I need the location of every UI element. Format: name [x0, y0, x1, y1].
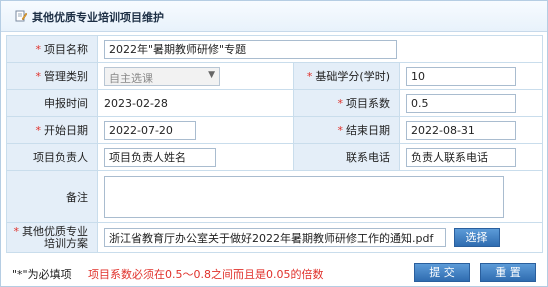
remarks-label: 备注 [6, 170, 98, 223]
required-marker: * [337, 97, 344, 110]
coefficient-rule-note: 项目系数必须在0.5～0.8之间而且是0.05的倍数 [88, 268, 324, 281]
panel-titlebar: 其他优质专业培训项目维护 [1, 1, 547, 32]
maintenance-panel: 其他优质专业培训项目维护 *项目名称 *管理类别 自主选课▼ *基础学分(学时)… [0, 0, 548, 287]
required-marker: * [13, 224, 20, 238]
end-date-label: * 结束日期 [293, 116, 400, 144]
project-name-label: * 项目名称 [6, 35, 98, 63]
required-marker: * [337, 124, 344, 137]
basic-credits-input[interactable] [406, 66, 516, 86]
required-note: "*"为必填项 [12, 268, 72, 281]
end-date-input[interactable] [406, 120, 516, 140]
project-leader-input[interactable] [104, 147, 216, 167]
remarks-textarea[interactable] [104, 175, 504, 218]
required-marker: * [35, 43, 42, 56]
management-category-label: * 管理类别 [6, 62, 98, 90]
reset-button[interactable]: 重 置 [480, 263, 536, 282]
start-date-label: * 开始日期 [6, 116, 98, 144]
project-name-input[interactable] [104, 39, 397, 59]
declare-time-label: 申报时间 [6, 89, 98, 117]
start-date-input[interactable] [104, 120, 196, 140]
project-coefficient-label: * 项目系数 [293, 89, 400, 117]
required-marker: * [35, 124, 42, 137]
project-coefficient-input[interactable] [406, 93, 516, 113]
edit-document-icon [15, 10, 27, 22]
basic-credits-label: * 基础学分(学时) [293, 62, 400, 90]
project-form: *项目名称 *管理类别 自主选课▼ *基础学分(学时) 申报时间 *项目系数 [6, 35, 543, 253]
contact-phone-label: 联系电话 [293, 143, 400, 171]
required-marker: * [306, 70, 313, 83]
management-category-select[interactable]: 自主选课 ▼ [104, 66, 220, 86]
declare-time-value [104, 93, 192, 113]
chevron-down-icon: ▼ [208, 69, 215, 80]
training-plan-file-input[interactable] [104, 228, 446, 248]
page-title: 其他优质专业培训项目维护 [32, 11, 164, 24]
form-footer: "*"为必填项 项目系数必须在0.5～0.8之间而且是0.05的倍数 提 交 重… [6, 263, 542, 283]
project-leader-label: 项目负责人 [6, 143, 98, 171]
submit-button[interactable]: 提 交 [414, 263, 470, 282]
training-plan-label: * 其他优质专业 培训方案 [6, 222, 98, 253]
select-file-button[interactable]: 选择 [453, 227, 500, 247]
contact-phone-input[interactable] [406, 147, 516, 167]
required-marker: * [35, 70, 42, 83]
